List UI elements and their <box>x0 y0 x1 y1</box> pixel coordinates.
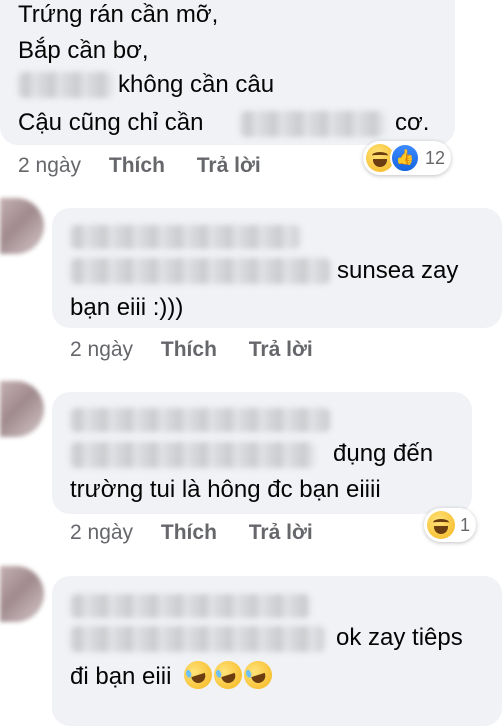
like-button[interactable]: Thích <box>161 338 217 361</box>
reaction-count: 1 <box>460 514 471 535</box>
avatar[interactable] <box>0 566 44 622</box>
comment-4-line-1: ok zay tiêps <box>336 624 463 651</box>
comment-1-line-1: Trứng rán cần mỡ, <box>18 1 219 28</box>
comment-1-line-3: không cần câu <box>118 71 275 98</box>
comment-3-line-2: trường tui là hông đc bạn eiiii <box>70 476 381 503</box>
redacted-name <box>70 225 300 249</box>
redacted-name <box>70 594 310 618</box>
comment-4-line-2: đi bạn eiii <box>70 663 172 690</box>
comment-1-line-4-end: cơ. <box>395 109 430 136</box>
redacted-text <box>70 442 315 468</box>
rofl-emoji-icon <box>240 657 276 693</box>
avatar[interactable] <box>0 198 44 254</box>
redacted-text <box>70 626 325 652</box>
haha-icon <box>427 511 455 539</box>
reply-button[interactable]: Trả lời <box>197 154 261 177</box>
timestamp[interactable]: 2 ngày <box>70 338 133 361</box>
redacted-text <box>18 72 113 98</box>
like-icon: 👍 <box>390 143 420 173</box>
redacted-text <box>70 258 330 284</box>
rofl-emoji-icon <box>180 657 216 693</box>
timestamp[interactable]: 2 ngày <box>18 154 81 177</box>
comment-2-line-2: bạn eiii :))) <box>70 294 184 321</box>
reaction-count: 12 <box>425 147 446 168</box>
avatar[interactable] <box>0 381 44 437</box>
comment-1-line-4: Cậu cũng chỉ cần <box>18 109 204 136</box>
redacted-text <box>240 111 385 137</box>
comment-1-actions: 2 ngày Thích Trả lời <box>18 154 261 178</box>
comment-1-line-2: Bắp cần bơ, <box>18 37 149 64</box>
reactions-summary-1[interactable]: 👍 12 <box>363 141 452 175</box>
like-button[interactable]: Thích <box>109 154 165 177</box>
comment-2-actions: 2 ngày Thích Trả lời <box>70 338 313 362</box>
reply-button[interactable]: Trả lời <box>249 338 313 361</box>
redacted-name <box>70 408 330 432</box>
reply-button[interactable]: Trả lời <box>249 521 313 544</box>
comment-3-line-1: đụng đến <box>333 440 434 467</box>
like-button[interactable]: Thích <box>161 521 217 544</box>
comment-3-actions: 2 ngày Thích Trả lời <box>70 521 313 545</box>
rofl-emoji-icon <box>210 657 246 693</box>
reactions-summary-3[interactable]: 1 <box>424 508 477 542</box>
comment-2-line-1: sunsea zay <box>337 257 459 284</box>
comment-4-line-2-wrap: đi bạn eiii <box>70 657 276 694</box>
timestamp[interactable]: 2 ngày <box>70 521 133 544</box>
